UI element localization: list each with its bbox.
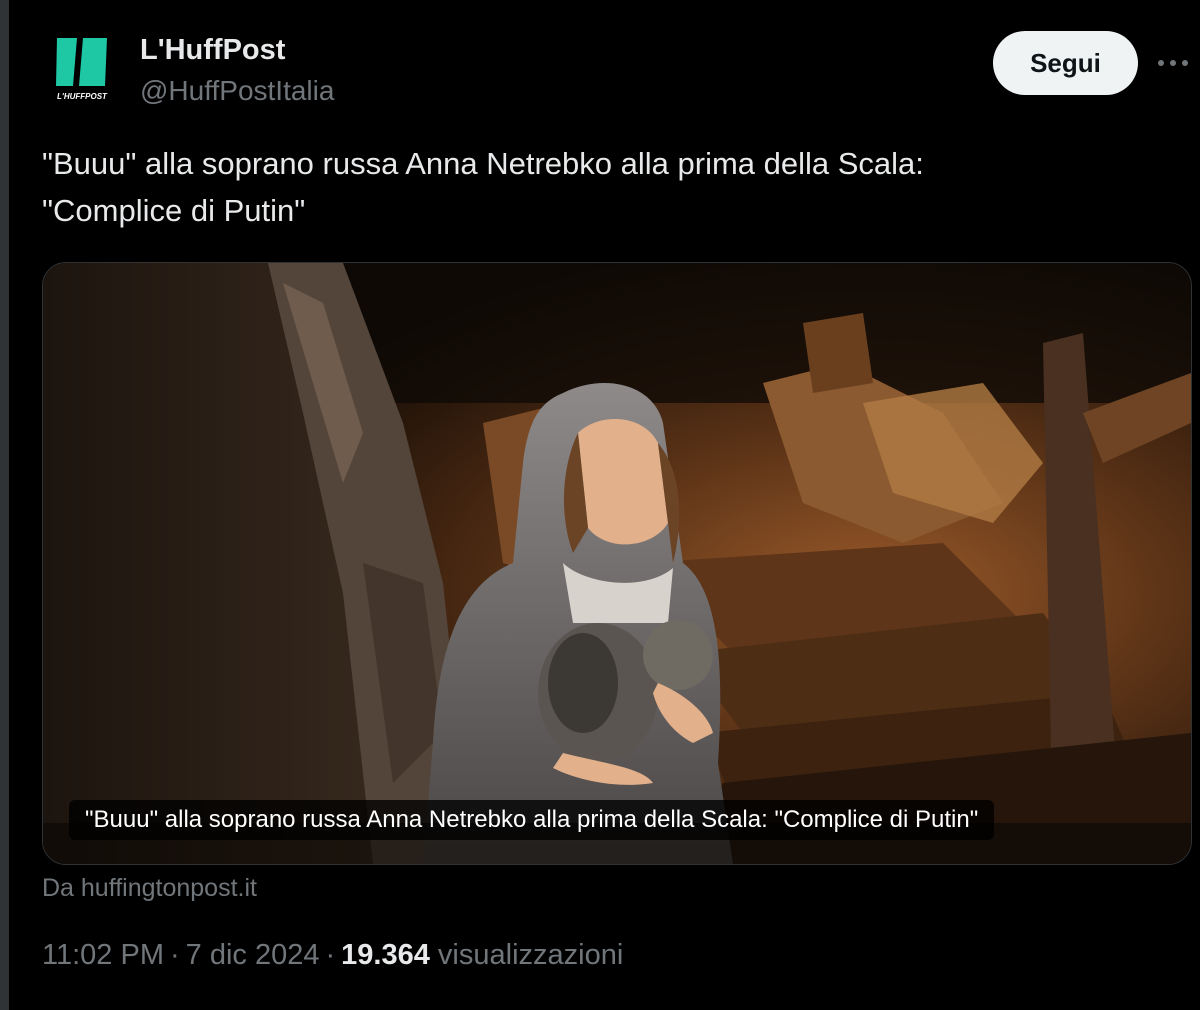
avatar-logo-text: L'HUFFPOST (57, 92, 108, 101)
card-source-link[interactable]: Da huffingtonpost.it (42, 874, 257, 903)
link-preview-card[interactable]: "Buuu" alla soprano russa Anna Netrebko … (42, 262, 1192, 865)
card-caption: "Buuu" alla soprano russa Anna Netrebko … (69, 800, 995, 840)
more-options-button[interactable] (1155, 48, 1191, 78)
article-photo (43, 263, 1191, 864)
meta-separator: · (325, 939, 336, 971)
timeline-divider (0, 0, 9, 1010)
tweet-time[interactable]: 11:02 PM (42, 939, 164, 971)
follow-button[interactable]: Segui (993, 31, 1138, 95)
tweet-text: "Buuu" alla soprano russa Anna Netrebko … (42, 146, 924, 228)
views-count: 19.364 (341, 939, 430, 971)
tweet-metadata: 11:02 PM · 7 dic 2024 · 19.364 visualizzazio… (42, 939, 623, 972)
tweet-date[interactable]: 7 dic 2024 (186, 939, 320, 971)
more-horizontal-icon (1158, 60, 1188, 66)
meta-separator: · (169, 939, 180, 971)
huffpost-logo-icon: L'HUFFPOST (43, 28, 123, 108)
views-label: visualizzazioni (437, 939, 624, 971)
display-name[interactable]: L'HuffPost (140, 34, 285, 67)
user-handle[interactable]: @HuffPostItalia (140, 75, 334, 107)
avatar[interactable]: L'HUFFPOST (43, 28, 123, 108)
